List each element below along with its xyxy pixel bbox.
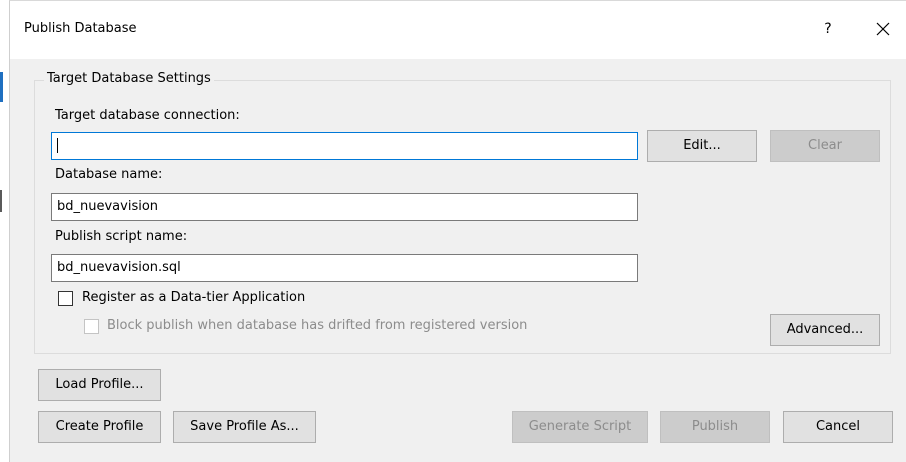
block-publish-label: Block publish when database has drifted … — [107, 318, 528, 333]
help-button[interactable]: ? — [818, 16, 838, 42]
title-bar: Publish Database ? — [10, 1, 906, 59]
connection-label: Target database connection: — [55, 108, 240, 123]
publish-button[interactable]: Publish — [660, 411, 770, 443]
cancel-button[interactable]: Cancel — [783, 411, 893, 443]
generate-script-button[interactable]: Generate Script — [512, 411, 648, 443]
load-profile-button[interactable]: Load Profile... — [38, 369, 161, 401]
target-settings-title: Target Database Settings — [44, 71, 214, 86]
script-name-label: Publish script name: — [55, 229, 188, 244]
window-title: Publish Database — [24, 21, 137, 36]
clear-button[interactable]: Clear — [770, 130, 880, 162]
register-label[interactable]: Register as a Data-tier Application — [82, 290, 305, 305]
close-icon — [876, 22, 890, 36]
save-profile-button[interactable]: Save Profile As... — [173, 411, 316, 443]
background-window-edge — [0, 0, 9, 462]
register-checkbox[interactable] — [58, 291, 73, 306]
text-caret — [57, 138, 58, 153]
database-name-input[interactable]: bd_nuevavision — [51, 193, 638, 221]
create-profile-button[interactable]: Create Profile — [38, 411, 161, 443]
advanced-button[interactable]: Advanced... — [770, 314, 880, 346]
script-name-input[interactable]: bd_nuevavision.sql — [51, 254, 638, 282]
edit-button[interactable]: Edit... — [647, 130, 757, 162]
block-publish-checkbox[interactable] — [84, 319, 99, 334]
close-button[interactable] — [868, 15, 898, 43]
background-accent-mark — [0, 72, 3, 102]
publish-database-dialog: Publish Database ? Target Database Setti… — [9, 0, 906, 462]
background-divider-mark — [0, 190, 2, 212]
database-name-label: Database name: — [55, 167, 163, 182]
connection-input[interactable] — [51, 132, 638, 160]
